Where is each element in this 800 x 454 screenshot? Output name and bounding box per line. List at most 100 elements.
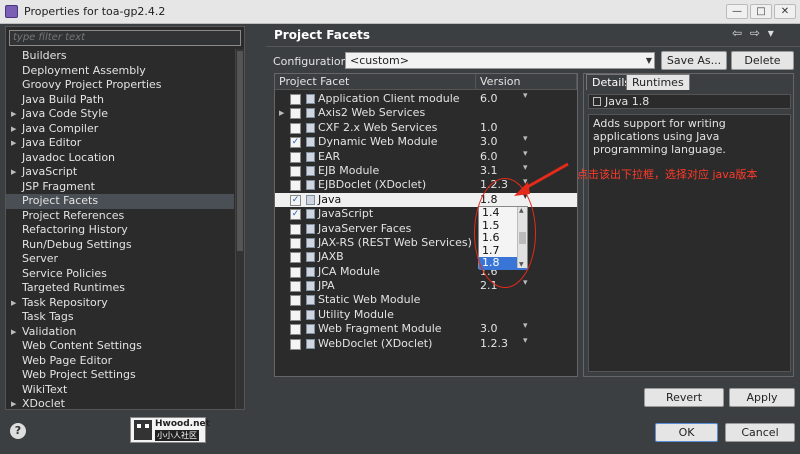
properties-tree-panel: type filter text Builders Deployment Asse… [5,26,245,410]
facet-row[interactable]: Utility Module [275,308,577,322]
filter-input[interactable]: type filter text [9,30,241,46]
tree-item[interactable]: Refactoring History [6,223,234,238]
delete-button[interactable]: Delete [731,51,794,70]
tree-item[interactable]: Project References [6,209,234,224]
facet-row[interactable]: ✓ Dynamic Web Module 3.0 ▾ [275,132,577,149]
tree-item[interactable]: ▶ XDoclet [6,397,234,412]
tree-item[interactable]: Groovy Project Properties [6,78,234,93]
maximize-button[interactable]: □ [750,4,772,19]
ok-button[interactable]: OK [655,423,718,442]
expand-arrow-icon[interactable]: ▶ [279,106,284,120]
minimize-button[interactable]: — [726,4,748,19]
save-as-button[interactable]: Save As... [661,51,727,70]
facet-icon [306,122,315,133]
facet-row[interactable]: CXF 2.x Web Services 1.0 [275,121,577,135]
tree-item-label: Validation [22,324,77,338]
facet-row[interactable]: Web Fragment Module 3.0 ▾ [275,319,577,336]
facet-version[interactable]: 3.1 [480,164,498,178]
tree-item[interactable]: ▶ Task Repository [6,296,234,311]
facet-row[interactable]: JCA Module 1.6 [275,265,577,279]
expand-arrow-icon[interactable]: ▶ [11,136,16,151]
facet-icon [306,194,315,205]
facet-row[interactable]: JPA 2.1 ▾ [275,276,577,293]
apply-button[interactable]: Apply [729,388,795,407]
facet-name: JavaServer Faces [318,221,412,235]
tree-item[interactable]: Targeted Runtimes [6,281,234,296]
facet-row[interactable]: WebDoclet (XDoclet) 1.2.3 ▾ [275,334,577,351]
facet-checkbox[interactable] [290,338,301,350]
expand-arrow-icon[interactable]: ▶ [11,397,16,412]
facet-checkbox[interactable] [290,237,301,249]
tree-item[interactable]: ▶ JavaScript [6,165,234,180]
tree-scrollbar-thumb[interactable] [237,51,243,251]
tree-scrollbar[interactable] [235,49,244,409]
column-header-facet[interactable]: Project Facet [275,74,476,90]
facet-checkbox[interactable] [290,122,301,134]
version-dropdown-icon[interactable]: ▾ [523,89,528,103]
version-dropdown-icon[interactable]: ▾ [523,334,528,348]
facet-checkbox[interactable] [290,108,301,120]
facet-version[interactable]: 3.0 [480,322,498,336]
facet-checkbox[interactable] [290,309,301,321]
version-dropdown-icon[interactable]: ▾ [523,132,528,146]
tree-item[interactable]: Web Page Editor [6,354,234,369]
help-icon[interactable]: ? [10,423,26,439]
facet-version[interactable]: 3.0 [480,135,498,149]
facet-checkbox[interactable]: ✓ [290,194,301,206]
version-dropdown-icon[interactable]: ▾ [523,147,528,161]
back-arrow-icon[interactable]: ⇦ [732,26,742,40]
tree-item[interactable]: Task Tags [6,310,234,325]
facet-checkbox[interactable] [290,252,301,264]
column-header-version[interactable]: Version [476,74,577,90]
facet-checkbox[interactable] [290,94,301,105]
cancel-button[interactable]: Cancel [725,423,795,442]
facet-checkbox[interactable] [290,223,301,235]
tree-item[interactable]: Javadoc Location [6,151,234,166]
tree-item[interactable]: Web Content Settings [6,339,234,354]
facet-checkbox[interactable]: ✓ [290,209,301,221]
tree-item[interactable]: ▶ Java Compiler [6,122,234,137]
facet-checkbox[interactable] [290,324,301,336]
view-menu-icon[interactable]: ▾ [768,26,774,40]
tree-item[interactable]: Java Build Path [6,93,234,108]
expand-arrow-icon[interactable]: ▶ [11,325,16,340]
forward-arrow-icon[interactable]: ⇨ [750,26,760,40]
version-dropdown-icon[interactable]: ▾ [523,276,528,290]
expand-arrow-icon[interactable]: ▶ [11,165,16,180]
window-title: Properties for toa-gp2.4.2 [24,5,166,18]
facet-row[interactable]: ▶ Axis2 Web Services [275,106,577,120]
tree-item-label: Service Policies [22,266,107,280]
tree-item[interactable]: Deployment Assembly [6,64,234,79]
expand-arrow-icon[interactable]: ▶ [11,122,16,137]
facet-checkbox[interactable] [290,151,301,163]
tree-item[interactable]: Project Facets [6,194,234,209]
tree-item[interactable]: ▶ Java Editor [6,136,234,151]
tab-runtimes[interactable]: Runtimes [626,74,690,90]
facet-version[interactable]: 1.2.3 [480,337,508,351]
facet-checkbox[interactable] [290,165,301,177]
facet-row[interactable]: Application Client module 6.0 ▾ [275,89,577,106]
facet-checkbox[interactable] [290,180,301,192]
tree-item[interactable]: ▶ Validation [6,325,234,340]
tree-item[interactable]: Builders [6,49,234,64]
tree-item[interactable]: Service Policies [6,267,234,282]
version-dropdown-icon[interactable]: ▾ [523,319,528,333]
tree-item[interactable]: ▶ Java Code Style [6,107,234,122]
tree-item[interactable]: WikiText [6,383,234,398]
facet-checkbox[interactable]: ✓ [290,137,301,149]
facet-checkbox[interactable] [290,281,301,293]
facet-checkbox[interactable] [290,266,301,278]
facet-version[interactable]: 6.0 [480,92,498,106]
expand-arrow-icon[interactable]: ▶ [11,107,16,122]
tree-item[interactable]: JSP Fragment [6,180,234,195]
tree-item[interactable]: Run/Debug Settings [6,238,234,253]
expand-arrow-icon[interactable]: ▶ [11,296,16,311]
facet-row[interactable]: Static Web Module [275,293,577,307]
tree-item[interactable]: Web Project Settings [6,368,234,383]
close-button[interactable]: ✕ [774,4,796,19]
configuration-select[interactable]: <custom> ▼ [345,52,655,69]
facet-checkbox[interactable] [290,295,301,307]
revert-button[interactable]: Revert [644,388,724,407]
facet-version[interactable]: 6.0 [480,150,498,164]
tree-item[interactable]: Server [6,252,234,267]
